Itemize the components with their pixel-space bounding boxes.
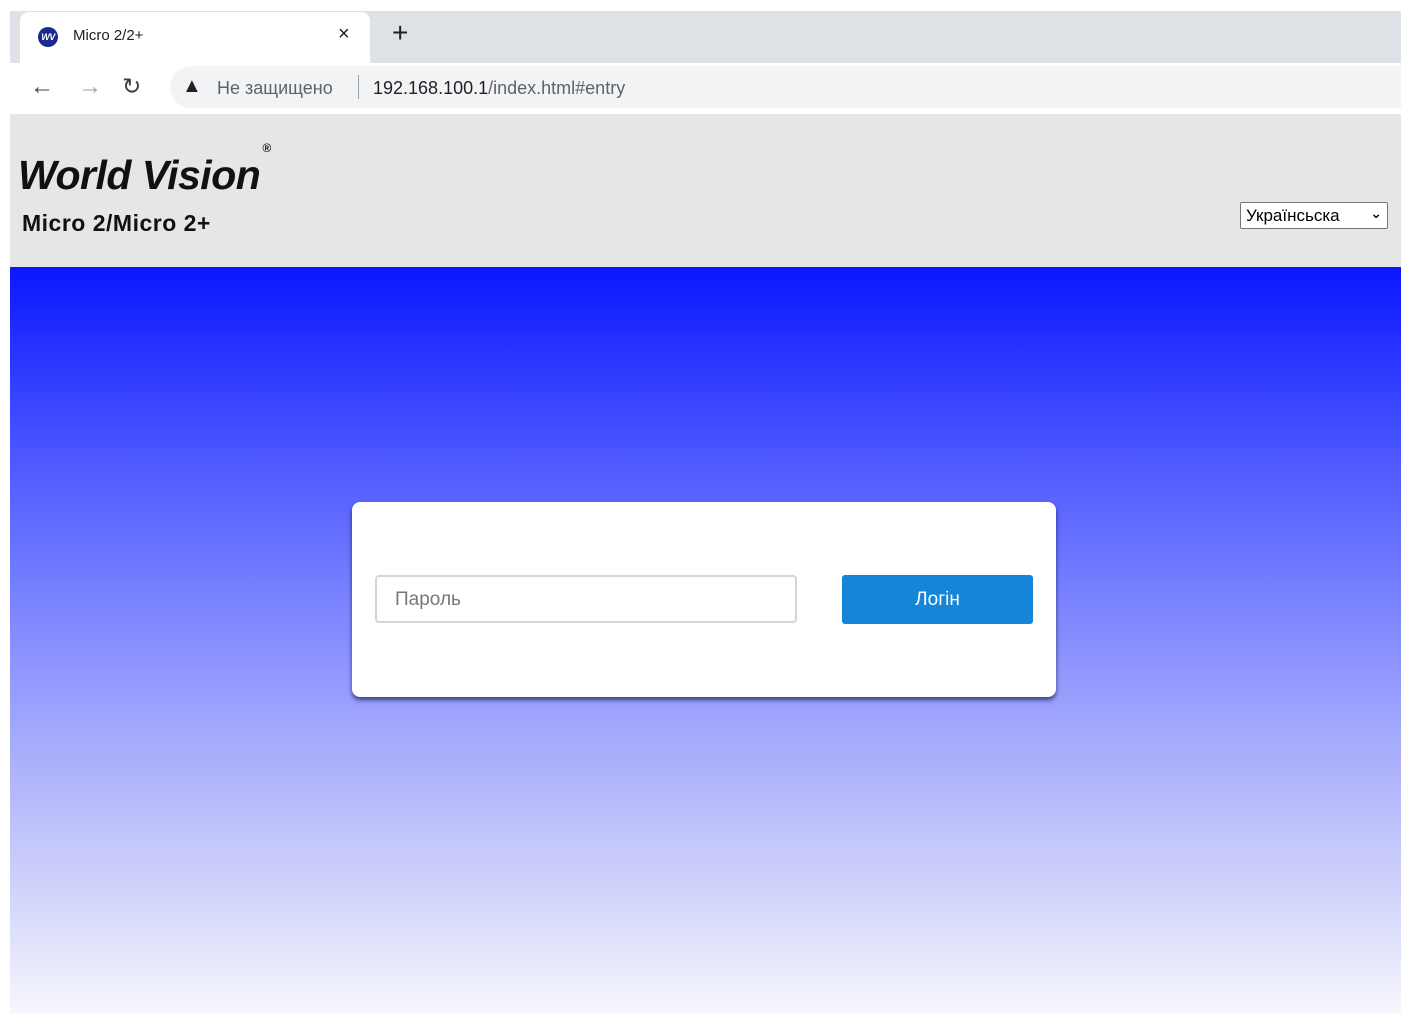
- reload-icon[interactable]: ↻: [122, 73, 141, 100]
- language-selected-value: Українсьска: [1246, 206, 1340, 225]
- warning-triangle-icon[interactable]: ▲: [182, 75, 202, 98]
- browser-window: WV Micro 2/2+ × + ← → ↻ ▲ Не защищено 19…: [10, 11, 1401, 1014]
- url-path: /index.html#entry: [488, 78, 626, 98]
- brand-logo: World Vision®: [18, 141, 271, 199]
- new-tab-button[interactable]: +: [392, 17, 408, 49]
- password-field[interactable]: Пароль: [375, 575, 797, 623]
- tab-active[interactable]: WV Micro 2/2+ ×: [20, 12, 370, 63]
- registered-mark: ®: [262, 141, 271, 156]
- login-area: Пароль Логін: [10, 267, 1401, 1014]
- tab-title: Micro 2/2+: [73, 27, 144, 44]
- forward-arrow-icon[interactable]: →: [78, 73, 102, 101]
- url-divider: [358, 75, 359, 99]
- brand-name: World Vision: [18, 152, 261, 198]
- url-host: 192.168.100.1: [373, 78, 489, 98]
- page-header: World Vision® Micro 2/Micro 2+ Українсьс…: [10, 114, 1401, 267]
- address-bar[interactable]: ▲ Не защищено 192.168.100.1/index.html#e…: [170, 66, 1401, 108]
- password-placeholder: Пароль: [395, 589, 461, 610]
- model-name: Micro 2/Micro 2+: [22, 210, 211, 236]
- chevron-down-icon: ⌄: [1370, 205, 1382, 221]
- close-icon[interactable]: ×: [338, 23, 350, 46]
- security-status[interactable]: Не защищено: [217, 78, 333, 99]
- url-text[interactable]: 192.168.100.1/index.html#entry: [373, 78, 625, 99]
- page-content: World Vision® Micro 2/Micro 2+ Українсьс…: [10, 114, 1401, 1014]
- back-arrow-icon[interactable]: ←: [30, 73, 54, 101]
- login-button[interactable]: Логін: [842, 575, 1033, 624]
- favicon-icon: WV: [38, 27, 58, 47]
- language-select[interactable]: Українсьска ⌄: [1240, 202, 1388, 229]
- browser-toolbar: ← → ↻ ▲ Не защищено 192.168.100.1/index.…: [10, 63, 1401, 166]
- tab-strip: WV Micro 2/2+ × +: [10, 11, 1401, 63]
- login-card: Пароль Логін: [352, 502, 1056, 697]
